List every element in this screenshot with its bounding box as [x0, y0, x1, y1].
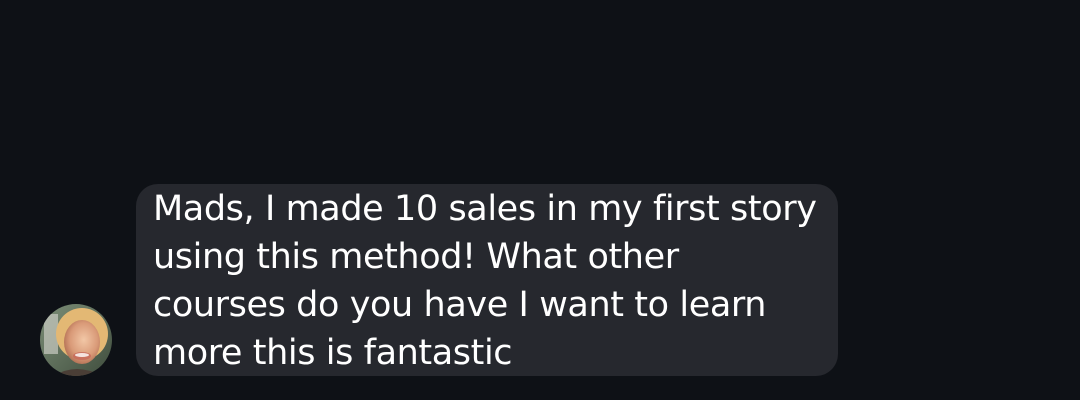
incoming-message-bubble[interactable]: Mads, I made 10 sales in my first story …: [136, 184, 838, 376]
chat-thread: Mads, I made 10 sales in my first story …: [0, 0, 1080, 400]
message-line: more this is fantastic: [153, 333, 513, 373]
message-line: courses do you have I want to learn: [153, 285, 767, 325]
message-line: using this method! What other: [153, 237, 679, 277]
message-line: Mads, I made 10 sales in my first story: [153, 189, 817, 229]
profile-photo: [40, 304, 112, 376]
sender-avatar[interactable]: [40, 304, 112, 376]
